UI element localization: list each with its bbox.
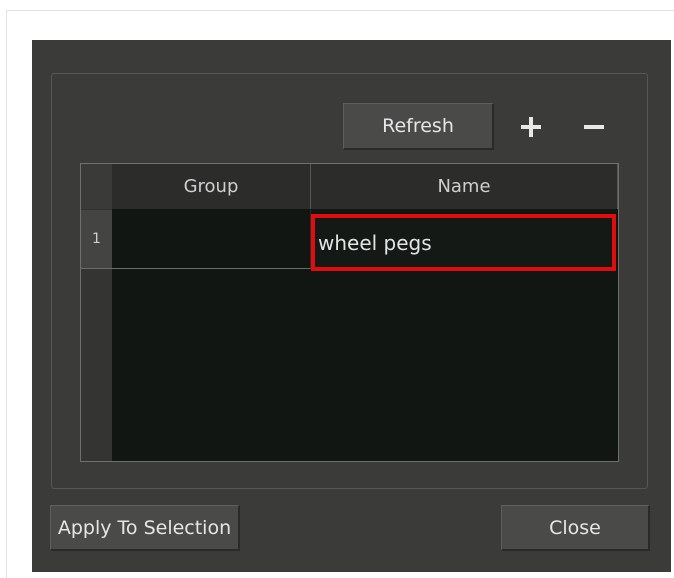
dialog-window: Refresh Group Name 1 wheel pegs Apply To… [32, 40, 671, 572]
group-name-table[interactable]: Group Name 1 wheel pegs [80, 163, 619, 462]
remove-button[interactable] [574, 107, 614, 147]
column-header-group[interactable]: Group [112, 164, 311, 209]
row-number[interactable]: 1 [81, 210, 112, 269]
table-corner [81, 164, 112, 209]
add-button[interactable] [511, 107, 551, 147]
column-header-name[interactable]: Name [311, 164, 618, 209]
cell-name-text: wheel pegs [318, 230, 432, 255]
plus-icon [520, 116, 542, 138]
close-button[interactable]: Close [501, 505, 650, 551]
table-cell-group[interactable] [112, 210, 311, 269]
table-cell-name[interactable]: wheel pegs [311, 214, 616, 271]
apply-to-selection-button[interactable]: Apply To Selection [50, 505, 240, 551]
minus-icon [583, 116, 605, 138]
page-frame: Refresh Group Name 1 wheel pegs Apply To… [6, 10, 674, 578]
refresh-button[interactable]: Refresh [343, 103, 494, 150]
